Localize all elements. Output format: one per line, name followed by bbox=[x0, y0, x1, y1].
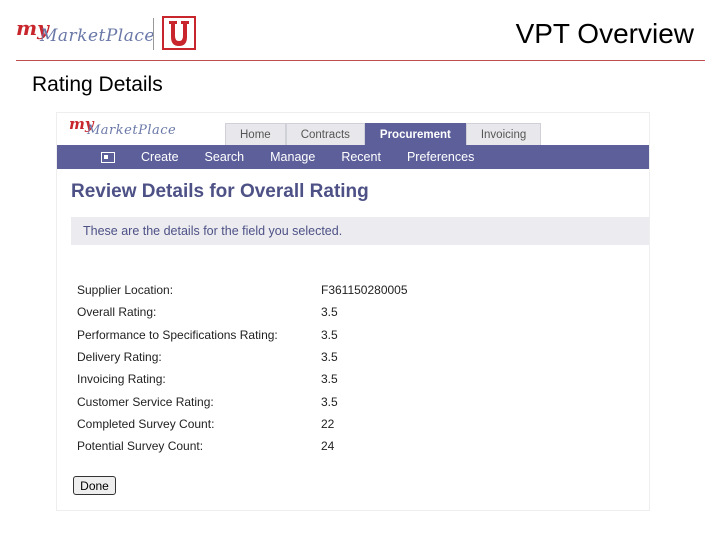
logo-separator bbox=[153, 18, 154, 50]
table-row: Delivery Rating: 3.5 bbox=[73, 346, 437, 368]
logo-marketplace-text: MarketPlace bbox=[40, 26, 155, 46]
procurement-menu-bar: Create Search Manage Recent Preferences bbox=[57, 145, 649, 169]
detail-value: 3.5 bbox=[321, 372, 338, 387]
title-divider bbox=[16, 60, 705, 61]
detail-value: 3.5 bbox=[321, 305, 338, 320]
detail-label: Completed Survey Count: bbox=[77, 416, 215, 431]
detail-label: Invoicing Rating: bbox=[77, 372, 166, 387]
detail-label: Delivery Rating: bbox=[77, 350, 162, 365]
myfloridamarketplace-logo: my MarketPlace bbox=[16, 14, 196, 54]
table-row: Customer Service Rating: 3.5 bbox=[73, 390, 437, 412]
menu-recent[interactable]: Recent bbox=[341, 150, 381, 164]
tab-procurement[interactable]: Procurement bbox=[364, 123, 466, 145]
detail-value: 22 bbox=[321, 416, 335, 431]
table-row: Overall Rating: 3.5 bbox=[73, 301, 437, 323]
detail-value: 3.5 bbox=[321, 327, 338, 342]
slide-title: VPT Overview bbox=[515, 18, 694, 49]
table-row: Supplier Location: F361150280005 bbox=[73, 279, 437, 301]
tab-contracts[interactable]: Contracts bbox=[285, 123, 365, 145]
detail-value: 3.5 bbox=[321, 394, 338, 409]
main-tabs: Home Contracts Procurement Invoicing bbox=[225, 123, 542, 145]
detail-label: Potential Survey Count: bbox=[77, 439, 204, 454]
menu-create[interactable]: Create bbox=[141, 150, 179, 164]
page-heading: Review Details for Overall Rating bbox=[71, 181, 369, 202]
info-message: These are the details for the field you … bbox=[71, 217, 649, 245]
menu-preferences[interactable]: Preferences bbox=[407, 150, 474, 164]
detail-label: Overall Rating: bbox=[77, 305, 157, 320]
layout-icon[interactable] bbox=[101, 151, 115, 163]
app-logo-marketplace-text: MarketPlace bbox=[87, 123, 177, 138]
table-row: Invoicing Rating: 3.5 bbox=[73, 368, 437, 390]
app-screenshot: my MarketPlace Home Contracts Procuremen… bbox=[56, 112, 650, 511]
tab-invoicing[interactable]: Invoicing bbox=[465, 123, 542, 145]
university-u-logo-icon bbox=[162, 16, 196, 50]
done-button[interactable]: Done bbox=[73, 476, 116, 495]
detail-label: Customer Service Rating: bbox=[77, 394, 214, 409]
tab-home[interactable]: Home bbox=[225, 123, 286, 145]
rating-details-table: Supplier Location: F361150280005 Overall… bbox=[73, 279, 437, 457]
slide-subtitle: Rating Details bbox=[32, 73, 163, 96]
app-logo: my MarketPlace bbox=[69, 115, 209, 141]
table-row: Completed Survey Count: 22 bbox=[73, 413, 437, 435]
menu-manage[interactable]: Manage bbox=[270, 150, 315, 164]
detail-value: F361150280005 bbox=[321, 283, 408, 298]
detail-label: Performance to Specifications Rating: bbox=[77, 327, 278, 342]
detail-label: Supplier Location: bbox=[77, 283, 174, 298]
table-row: Potential Survey Count: 24 bbox=[73, 435, 437, 457]
detail-value: 24 bbox=[321, 439, 335, 454]
menu-search[interactable]: Search bbox=[205, 150, 245, 164]
detail-value: 3.5 bbox=[321, 350, 338, 365]
table-row: Performance to Specifications Rating: 3.… bbox=[73, 324, 437, 346]
